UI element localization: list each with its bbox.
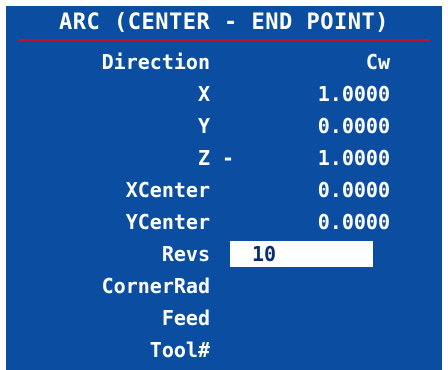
cornerrad-row[interactable]: CornerRad	[6, 270, 442, 302]
title-underline	[18, 39, 430, 41]
y-value[interactable]: 0.0000	[318, 110, 390, 142]
revs-row[interactable]: Revs 10	[6, 238, 442, 270]
direction-value[interactable]: Cw	[366, 46, 390, 78]
feed-row[interactable]: Feed	[6, 302, 442, 334]
cornerrad-label: CornerRad	[101, 274, 210, 298]
direction-label: Direction	[101, 50, 210, 74]
dialog-title: ARC (CENTER - END POINT)	[59, 10, 389, 35]
arc-dialog-panel: ARC (CENTER - END POINT) Direction Cw X …	[6, 6, 442, 370]
z-value[interactable]: 1.0000	[318, 142, 390, 174]
feed-label: Feed	[161, 306, 210, 330]
xcenter-row[interactable]: XCenter 0.0000	[6, 174, 442, 206]
ycenter-row[interactable]: YCenter 0.0000	[6, 206, 442, 238]
z-row[interactable]: Z - 1.0000	[6, 142, 442, 174]
ycenter-value[interactable]: 0.0000	[318, 206, 390, 238]
y-row[interactable]: Y 0.0000	[6, 110, 442, 142]
z-sign: -	[221, 146, 235, 170]
z-label: Z	[197, 146, 210, 170]
tool-label: Tool#	[149, 338, 210, 362]
direction-row[interactable]: Direction Cw	[6, 46, 442, 78]
xcenter-value[interactable]: 0.0000	[318, 174, 390, 206]
x-label: X	[197, 82, 210, 106]
x-row[interactable]: X 1.0000	[6, 78, 442, 110]
xcenter-label: XCenter	[125, 178, 210, 202]
revs-label: Revs	[161, 242, 210, 266]
ycenter-label: YCenter	[125, 210, 210, 234]
y-label: Y	[197, 114, 210, 138]
screen-frame: ARC (CENTER - END POINT) Direction Cw X …	[0, 0, 448, 370]
revs-input[interactable]: 10	[230, 241, 373, 267]
tool-row[interactable]: Tool#	[6, 334, 442, 366]
x-value[interactable]: 1.0000	[318, 78, 390, 110]
